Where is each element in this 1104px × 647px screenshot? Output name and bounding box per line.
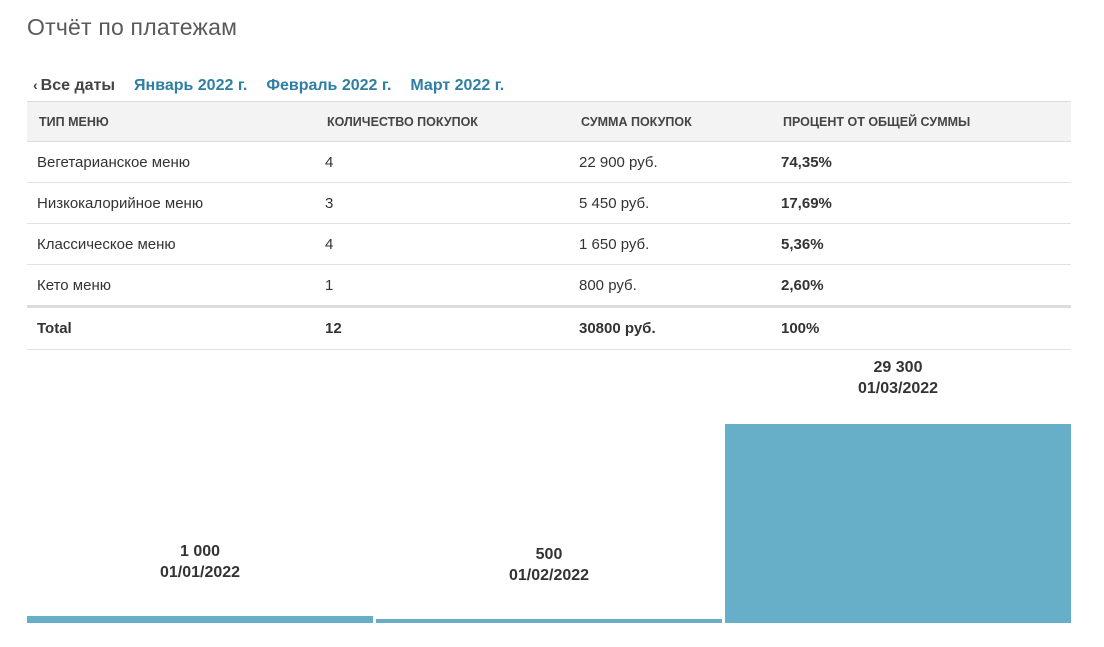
cell-purchase-sum: 800 руб.	[569, 264, 771, 307]
bar-value-label: 500	[535, 546, 563, 563]
total-percent: 100%	[771, 305, 1071, 350]
cell-menu-type: Вегетарианское меню	[27, 141, 315, 183]
total-purchase-sum: 30800 руб.	[569, 305, 771, 350]
column-header-purchase-sum: СУММА ПОКУПОК	[569, 101, 771, 142]
cell-purchase-count: 3	[315, 182, 569, 224]
bar-category-label: 01/03/2022	[857, 380, 939, 397]
bar-value-label: 1 000	[179, 543, 221, 561]
total-label: Total	[27, 305, 315, 350]
table-row: Низкокалорийное меню 3 5 450 руб. 17,69%	[27, 182, 1071, 224]
table-total-row: Total 12 30800 руб. 100%	[27, 305, 1071, 350]
column-header-percent-of-total: ПРОЦЕНТ ОТ ОБЩЕЙ СУММЫ	[771, 101, 1071, 142]
cell-percent: 74,35%	[771, 141, 1071, 183]
payments-bar-chart: 1 000 01/01/2022 500 01/02/2022 29 300 01/03/…	[27, 345, 1071, 625]
month-link-january[interactable]: Январь 2022 г.	[134, 77, 247, 95]
cell-purchase-sum: 22 900 руб.	[569, 141, 771, 183]
cell-menu-type: Классическое меню	[27, 223, 315, 265]
bar-value-label: 29 300	[873, 359, 923, 376]
total-purchase-count: 12	[315, 305, 569, 350]
table-header-row: ТИП МЕНЮ КОЛИЧЕСТВО ПОКУПОК СУММА ПОКУПО…	[27, 101, 1071, 142]
bar-data-label: 29 300 01/03/2022	[725, 357, 1071, 399]
column-header-menu-type: ТИП МЕНЮ	[27, 101, 315, 142]
bar-category-label: 01/02/2022	[508, 567, 590, 584]
payments-report-table: ТИП МЕНЮ КОЛИЧЕСТВО ПОКУПОК СУММА ПОКУПО…	[27, 101, 1071, 350]
cell-percent: 17,69%	[771, 182, 1071, 224]
cell-menu-type: Низкокалорийное меню	[27, 182, 315, 224]
chart-bar[interactable]	[27, 616, 373, 623]
chart-bar[interactable]	[725, 424, 1071, 623]
date-filter-nav: ‹ Все даты Январь 2022 г. Февраль 2022 г.…	[33, 76, 523, 96]
column-header-purchase-count: КОЛИЧЕСТВО ПОКУПОК	[315, 101, 569, 142]
cell-purchase-sum: 1 650 руб.	[569, 223, 771, 265]
page-title: Отчёт по платежам	[27, 14, 238, 40]
all-dates-label: Все даты	[40, 77, 116, 94]
cell-purchase-count: 4	[315, 141, 569, 183]
cell-purchase-count: 4	[315, 223, 569, 265]
cell-percent: 5,36%	[771, 223, 1071, 265]
month-link-february[interactable]: Февраль 2022 г.	[266, 77, 391, 95]
cell-purchase-sum: 5 450 руб.	[569, 182, 771, 224]
table-row: Кето меню 1 800 руб. 2,60%	[27, 264, 1071, 307]
bar-category-label: 01/01/2022	[159, 564, 241, 582]
cell-menu-type: Кето меню	[27, 264, 315, 307]
month-link-march[interactable]: Март 2022 г.	[410, 77, 504, 95]
table-row: Вегетарианское меню 4 22 900 руб. 74,35%	[27, 141, 1071, 183]
all-dates-link[interactable]: ‹ Все даты	[33, 77, 115, 95]
chevron-left-icon: ‹	[33, 77, 38, 93]
bar-data-label: 1 000 01/01/2022	[27, 541, 373, 583]
cell-purchase-count: 1	[315, 264, 569, 307]
table-row: Классическое меню 4 1 650 руб. 5,36%	[27, 223, 1071, 265]
bar-data-label: 500 01/02/2022	[376, 544, 722, 586]
chart-bar[interactable]	[376, 619, 722, 623]
cell-percent: 2,60%	[771, 264, 1071, 307]
